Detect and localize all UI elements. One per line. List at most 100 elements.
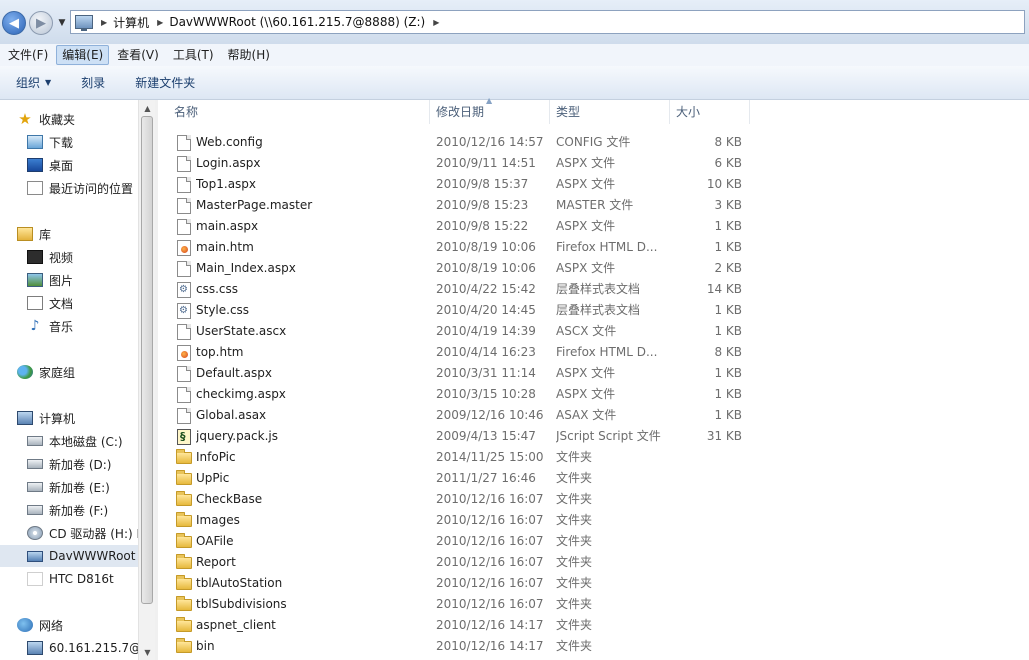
file-modified-date: 2010/12/16 14:17	[436, 639, 544, 653]
file-size	[670, 531, 742, 552]
nav-item-15[interactable]: CD 驱动器 (H:) H	[0, 522, 146, 544]
nav-item-label: 家庭组	[39, 365, 76, 380]
nav-item-8[interactable]: ♪ 音乐	[0, 315, 138, 337]
navigation-pane-scrollbar[interactable]: ▲ ▼	[138, 100, 155, 660]
file-row[interactable]: checkimg.aspx 2010/3/15 10:28 ASPX 文件 1 KB	[158, 384, 758, 405]
menu-view[interactable]: 查看(V)	[111, 45, 165, 65]
folder-icon	[176, 554, 192, 569]
file-row[interactable]: main.aspx 2010/9/8 15:22 ASPX 文件 1 KB	[158, 216, 758, 237]
nav-item-2[interactable]: 桌面	[0, 154, 138, 176]
menu-file[interactable]: 文件(F)	[2, 45, 54, 65]
folder-icon	[176, 638, 192, 653]
nav-item-16[interactable]: DavWWWRoot	[0, 545, 138, 567]
menu-edit[interactable]: 编辑(E)	[56, 45, 110, 65]
file-row[interactable]: InfoPic 2014/11/25 15:00 文件夹	[158, 447, 758, 468]
file-size: 14 KB	[706, 282, 742, 296]
file-type: 文件夹	[556, 618, 593, 632]
nav-item-17[interactable]: HTC D816t	[0, 568, 138, 590]
file-row[interactable]: Default.aspx 2010/3/31 11:14 ASPX 文件 1 KB	[158, 363, 758, 384]
file-name: UpPic	[196, 471, 230, 485]
nav-item-11[interactable]: 本地磁盘 (C:)	[0, 430, 138, 452]
file-row[interactable]: Report 2010/12/16 16:07 文件夹	[158, 552, 758, 573]
nav-item-13[interactable]: 新加卷 (E:)	[0, 476, 138, 498]
nav-item-7[interactable]: 文档	[0, 292, 138, 314]
file-modified-date: 2010/4/22 15:42	[436, 282, 536, 296]
file-row[interactable]: OAFile 2010/12/16 16:07 文件夹	[158, 531, 758, 552]
file-row[interactable]: CheckBase 2010/12/16 16:07 文件夹	[158, 489, 758, 510]
file-modified-date: 2010/9/8 15:37	[436, 177, 529, 191]
file-row[interactable]: UpPic 2011/1/27 16:46 文件夹	[158, 468, 758, 489]
file-row[interactable]: jquery.pack.js 2009/4/13 15:47 JScript Scr…	[158, 426, 758, 447]
file-row[interactable]: Login.aspx 2010/9/11 14:51 ASPX 文件 6 KB	[158, 153, 758, 174]
file-row[interactable]: tblSubdivisions 2010/12/16 16:07 文件夹	[158, 594, 758, 615]
file-size: 1 KB	[714, 324, 742, 338]
breadcrumb-current-drive[interactable]: DavWWWRoot (\\60.161.215.7@8888) (Z:)	[169, 15, 425, 29]
menu-help[interactable]: 帮助(H)	[222, 45, 276, 65]
music-library-icon: ♪	[30, 318, 40, 334]
burn-button[interactable]: 刻录	[81, 74, 105, 91]
back-arrow-icon[interactable]: ◀	[2, 11, 26, 35]
file-row[interactable]: main.htm 2010/8/19 10:06 Firefox HTML D...…	[158, 237, 758, 258]
address-bar[interactable]: ▶ 计算机 ▶ DavWWWRoot (\\60.161.215.7@8888)…	[70, 10, 1025, 34]
file-size	[670, 510, 742, 531]
column-header-size[interactable]: 大小	[670, 100, 750, 124]
file-row[interactable]: bin 2010/12/16 14:17 文件夹	[158, 636, 758, 657]
scrollbar-thumb[interactable]	[141, 116, 153, 604]
file-modified-date: 2010/12/16 16:07	[436, 576, 544, 590]
forward-arrow-icon[interactable]: ▶	[29, 11, 53, 35]
breadcrumb-chevron-icon[interactable]: ▶	[157, 18, 163, 27]
file-type: 文件夹	[556, 555, 593, 569]
file-row[interactable]: Images 2010/12/16 16:07 文件夹	[158, 510, 758, 531]
cd-drive-icon	[27, 526, 43, 540]
nav-item-14[interactable]: 新加卷 (F:)	[0, 499, 138, 521]
file-name: tblAutoStation	[196, 576, 283, 590]
organize-button[interactable]: 组织 ▼	[16, 74, 51, 91]
file-size: 8 KB	[714, 135, 742, 149]
computer-icon	[17, 411, 33, 425]
file-size: 8 KB	[714, 345, 742, 359]
column-header-name[interactable]: 名称	[168, 100, 430, 124]
nav-item-4[interactable]: 库	[0, 223, 138, 245]
breadcrumb-chevron-icon[interactable]: ▶	[101, 18, 107, 27]
nav-item-5[interactable]: 视频	[0, 246, 138, 268]
file-icon	[177, 387, 191, 403]
menu-tools[interactable]: 工具(T)	[167, 45, 220, 65]
new-folder-button[interactable]: 新建文件夹	[135, 74, 195, 91]
file-row[interactable]: css.css 2010/4/22 15:42 层叠样式表文档 14 KB	[158, 279, 758, 300]
file-type: Firefox HTML D...	[556, 240, 658, 254]
nav-item-0[interactable]: ★ 收藏夹	[0, 108, 138, 130]
file-size: 1 KB	[714, 366, 742, 380]
file-row[interactable]: Web.config 2010/12/16 14:57 CONFIG 文件 8 KB	[158, 132, 758, 153]
document-library-icon	[27, 296, 43, 310]
nav-item-3[interactable]: 最近访问的位置	[0, 177, 138, 199]
file-size	[670, 552, 742, 573]
local-disk-icon	[27, 436, 43, 446]
scroll-up-arrow-icon[interactable]: ▲	[139, 100, 155, 116]
nav-item-18[interactable]: 网络	[0, 614, 138, 636]
breadcrumb-chevron-icon[interactable]: ▶	[433, 18, 439, 27]
breadcrumb-computer[interactable]: 计算机	[113, 14, 149, 31]
nav-item-19[interactable]: 60.161.215.7@8	[0, 637, 149, 659]
file-row[interactable]: aspnet_client 2010/12/16 14:17 文件夹	[158, 615, 758, 636]
network-icon	[17, 618, 33, 632]
column-header-type[interactable]: 类型	[550, 100, 670, 124]
scroll-down-arrow-icon[interactable]: ▼	[139, 644, 155, 660]
nav-item-6[interactable]: 图片	[0, 269, 138, 291]
file-size: 2 KB	[714, 261, 742, 275]
menu-bar: 文件(F) 编辑(E) 查看(V) 工具(T) 帮助(H)	[0, 44, 1029, 66]
file-row[interactable]: Top1.aspx 2010/9/8 15:37 ASPX 文件 10 KB	[158, 174, 758, 195]
file-name: Login.aspx	[196, 156, 261, 170]
file-row[interactable]: Style.css 2010/4/20 14:45 层叠样式表文档 1 KB	[158, 300, 758, 321]
file-row[interactable]: top.htm 2010/4/14 16:23 Firefox HTML D... 8…	[158, 342, 758, 363]
nav-item-10[interactable]: 计算机	[0, 407, 138, 429]
nav-item-1[interactable]: 下载	[0, 131, 138, 153]
file-row[interactable]: Global.asax 2009/12/16 10:46 ASAX 文件 1 KB	[158, 405, 758, 426]
nav-item-9[interactable]: 家庭组	[0, 361, 138, 383]
file-modified-date: 2010/12/16 16:07	[436, 492, 544, 506]
file-row[interactable]: MasterPage.master 2010/9/8 15:23 MASTER 文件…	[158, 195, 758, 216]
file-row[interactable]: Main_Index.aspx 2010/8/19 10:06 ASPX 文件 2 K…	[158, 258, 758, 279]
file-row[interactable]: UserState.ascx 2010/4/19 14:39 ASCX 文件 1 KB	[158, 321, 758, 342]
recent-pages-dropdown-icon[interactable]: ▼	[56, 15, 68, 31]
nav-item-12[interactable]: 新加卷 (D:)	[0, 453, 138, 475]
file-row[interactable]: tblAutoStation 2010/12/16 16:07 文件夹	[158, 573, 758, 594]
